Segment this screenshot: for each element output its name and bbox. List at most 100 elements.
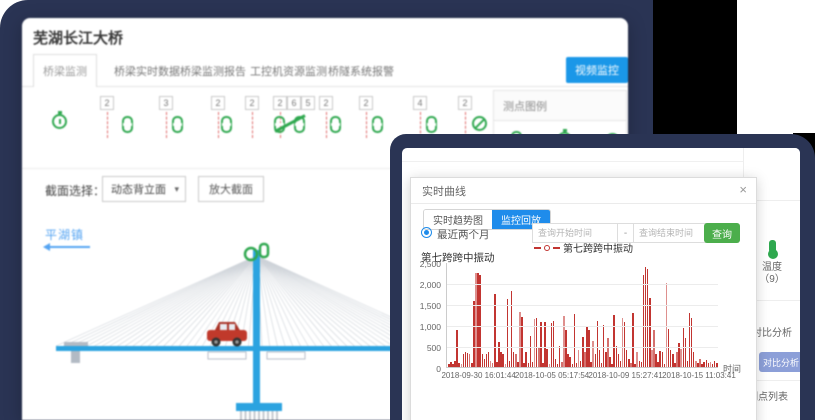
realtime-curve-dialog: 实时曲线 × 实时趋势图 监控回放 最近两个月 - 查询 第七跨跨中振动 第: [410, 177, 757, 420]
sensor-count-badge[interactable]: 3: [159, 96, 173, 110]
deck-bracket: [267, 352, 305, 359]
tab-realtime-data[interactable]: 桥梁实时数据: [114, 54, 180, 87]
link-sensor-icon[interactable]: [122, 116, 133, 133]
sensor-marker-line: [166, 112, 167, 138]
enlarge-section-button[interactable]: 放大截面: [198, 176, 264, 202]
y-tick-label: 500: [407, 343, 441, 353]
sensor-count-badge[interactable]: 2: [211, 96, 225, 110]
link-sensor-icon[interactable]: [221, 116, 232, 133]
section-select-label: 截面选择：: [45, 182, 105, 199]
sensor-marker-line: [366, 112, 367, 138]
chart-bar: [653, 330, 655, 367]
gridline: [447, 347, 718, 348]
modal-window: 温度 （9） 对比分析 对比分析 测点列表 实时曲线 × 实时趋势图 监控回放 …: [402, 148, 800, 420]
sensor-count-badge[interactable]: 2: [100, 96, 114, 110]
compare-analysis-button[interactable]: 对比分析: [759, 352, 800, 372]
chart-bar: [607, 338, 609, 367]
chart-bar: [540, 322, 542, 367]
chart-bar: [636, 352, 638, 367]
pylon-footing: [236, 403, 282, 411]
chart-bar: [456, 330, 458, 367]
x-tick-label: 2018-09-30 16:01:44: [441, 371, 515, 380]
legend-text: 第七跨跨中振动: [563, 240, 633, 255]
chart-bar: [592, 341, 594, 367]
compare-section-label: 对比分析: [752, 324, 792, 339]
sensor-count-badge[interactable]: 5: [301, 96, 315, 110]
gridline: [447, 326, 718, 327]
sensor-count-badge[interactable]: 2: [458, 96, 472, 110]
disabled-sensor-icon[interactable]: [472, 116, 487, 131]
link-sensor-icon[interactable]: [172, 116, 183, 133]
dialog-header: 实时曲线: [411, 178, 756, 204]
chart-bars: [448, 262, 718, 367]
car: [207, 322, 247, 347]
chart-bar: [676, 352, 678, 367]
chart-bar: [716, 363, 718, 367]
y-tick-label: 2,500: [407, 259, 441, 269]
chart-bar: [710, 362, 712, 367]
tab-monitor-report[interactable]: 桥梁监测报告: [180, 54, 246, 87]
sensor-count-badge[interactable]: 2: [319, 96, 333, 110]
sensor-count-badge[interactable]: 4: [413, 96, 427, 110]
sensor-count-badge[interactable]: 2: [273, 96, 287, 110]
x-tick-label: 2018-10-15 11:03:41: [662, 371, 736, 380]
vibration-chart: [446, 263, 718, 368]
radio-last-two-months[interactable]: [421, 227, 432, 238]
tab-system-alarm[interactable]: 桥隧系统报警: [328, 54, 394, 87]
chart-bar: [479, 275, 481, 367]
gridline: [447, 305, 718, 306]
thermometer-icon: [769, 240, 776, 253]
close-icon[interactable]: ×: [739, 183, 747, 196]
tab-ipc-resource[interactable]: 工控机资源监测: [250, 54, 327, 87]
composite-stage: 芜湖长江大桥 桥梁监测 桥梁实时数据 桥梁监测报告 工控机资源监测 桥隧系统报警…: [0, 0, 815, 420]
chart-bar: [475, 273, 477, 367]
main-tab-bar: 桥梁监测 桥梁实时数据 桥梁监测报告 工控机资源监测 桥隧系统报警 视频监控: [22, 54, 628, 87]
y-tick-label: 2,000: [407, 280, 441, 290]
black-backdrop: [653, 0, 737, 140]
tab-bridge-monitor[interactable]: 桥梁监测: [33, 54, 97, 87]
chart-bar: [699, 359, 701, 367]
chart-bar: [549, 364, 551, 367]
point-legend-title: 测点图例: [494, 91, 626, 121]
chart-bar: [680, 349, 682, 367]
stopwatch-icon[interactable]: [52, 114, 67, 129]
section-select-dropdown[interactable]: 动态背立面: [102, 176, 186, 202]
left-pier: [71, 351, 80, 363]
header-divider: [402, 161, 800, 162]
chart-bar: [469, 354, 471, 367]
chart-bar: [563, 316, 565, 367]
bridge-pylon: [253, 250, 260, 410]
sensor-marker-line: [252, 112, 253, 138]
sensor-count-badge[interactable]: 2: [245, 96, 259, 110]
chart-bar: [521, 317, 523, 367]
chart-bar: [461, 364, 463, 367]
sensor-count-badge[interactable]: 6: [287, 96, 301, 110]
link-sensor-icon: [260, 244, 268, 257]
y-tick-label: 1,500: [407, 301, 441, 311]
link-sensor-icon[interactable]: [426, 116, 437, 133]
pylon-piles: [241, 411, 277, 420]
chart-bar: [515, 354, 517, 367]
chart-bar: [519, 312, 521, 367]
chart-bar: [505, 364, 507, 367]
chart-bar: [666, 283, 668, 367]
chart-bar: [630, 363, 632, 367]
legend-marker: [534, 247, 541, 249]
chart-bar: [492, 363, 494, 367]
y-tick-label: 0: [407, 364, 441, 374]
sensor-marker-line: [107, 112, 108, 138]
legend-marker: [553, 247, 560, 249]
y-tick-label: 1,000: [407, 322, 441, 332]
page-title: 芜湖长江大桥: [33, 27, 123, 48]
sensor-count-badge[interactable]: 2: [359, 96, 373, 110]
chart-bar: [632, 313, 634, 367]
link-sensor-icon[interactable]: [330, 116, 341, 133]
link-sensor-icon[interactable]: [372, 116, 383, 133]
chart-bar: [507, 299, 509, 367]
chart-bar: [695, 361, 697, 367]
bridge-direction-label: 平湖镇: [45, 226, 84, 243]
sensor-marker-line: [218, 112, 219, 138]
chart-bar: [574, 314, 576, 367]
video-monitor-button[interactable]: 视频监控: [566, 57, 628, 83]
sensor-marker-line: [326, 112, 327, 138]
